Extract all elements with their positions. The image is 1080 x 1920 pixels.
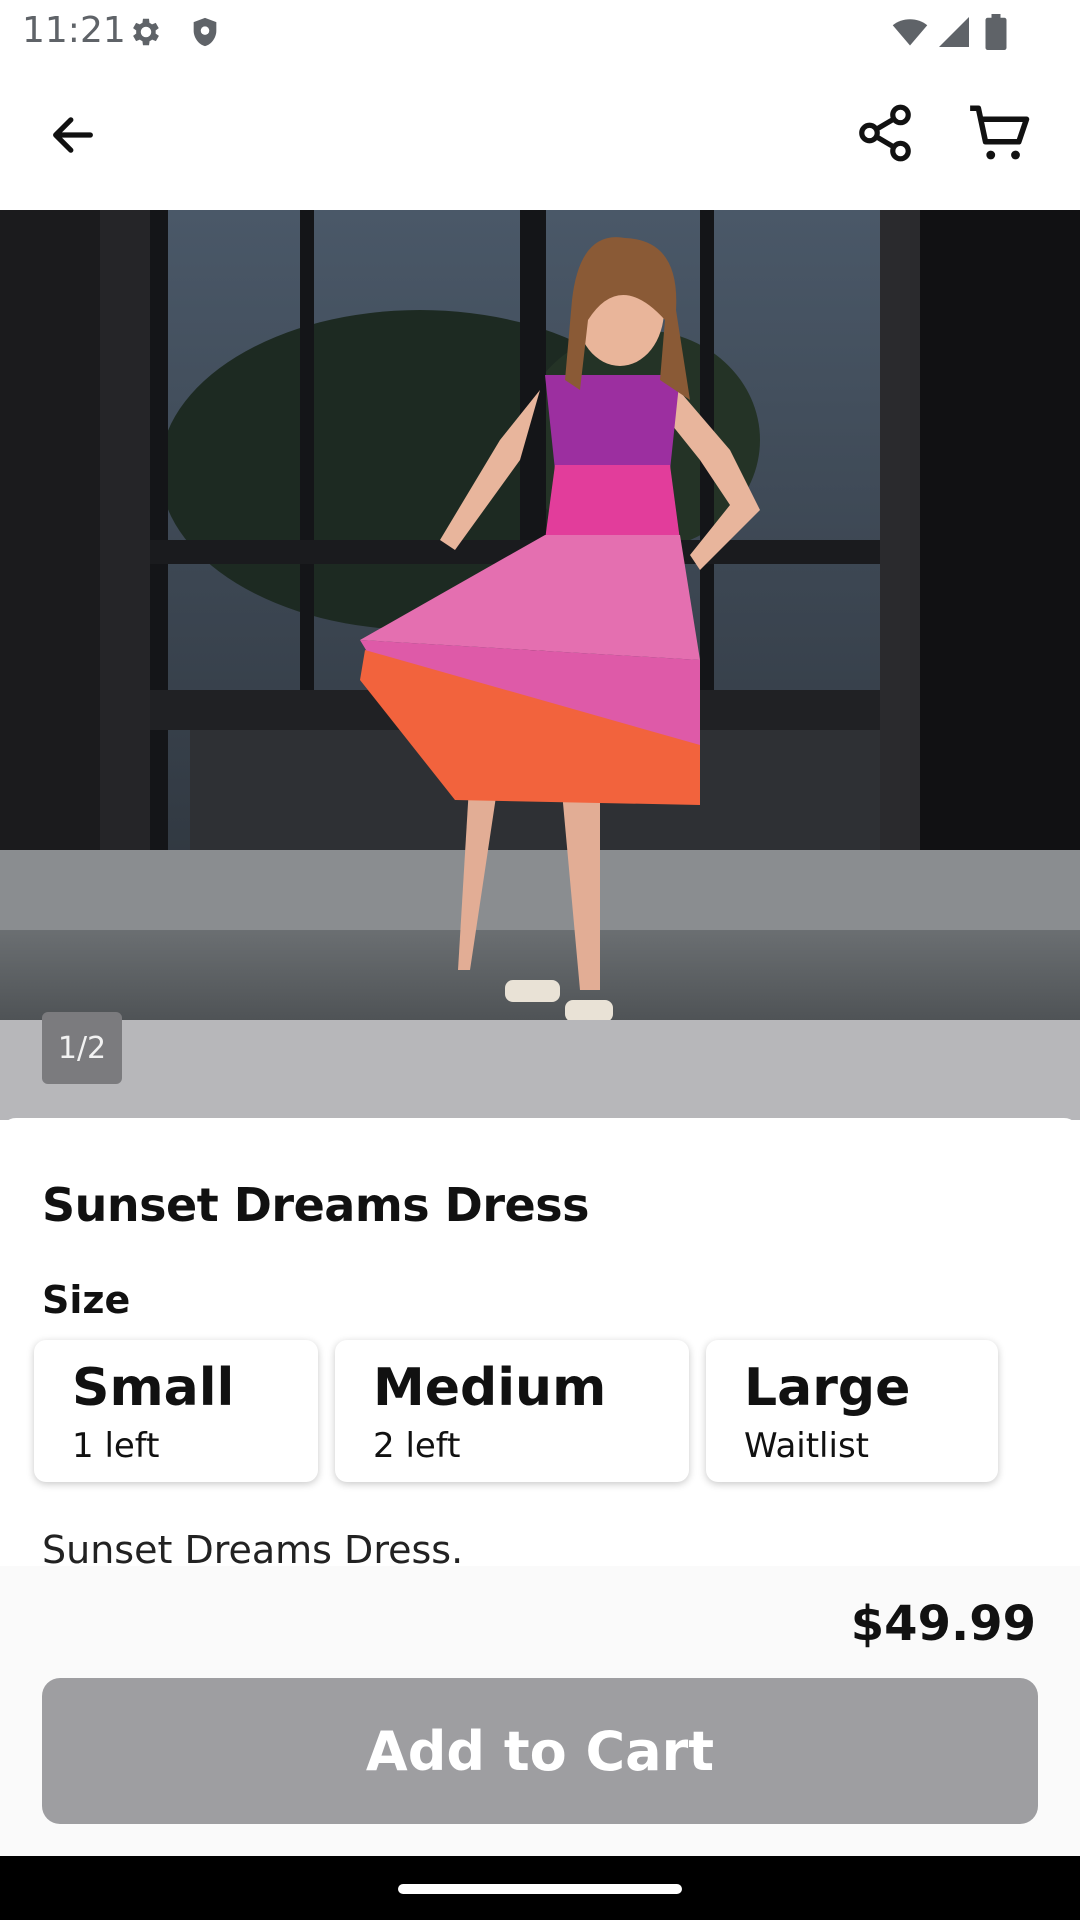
add-to-cart-button[interactable]: Add to Cart (42, 1678, 1038, 1824)
size-name: Small (72, 1358, 235, 1418)
status-bar: 11:21 (0, 0, 1080, 64)
size-name: Medium (373, 1358, 607, 1418)
size-option-large[interactable]: Large Waitlist (706, 1340, 998, 1482)
battery-icon (984, 14, 1008, 55)
status-time: 11:21 (22, 10, 126, 51)
product-price: $49.99 (850, 1596, 1036, 1652)
share-icon (854, 102, 916, 169)
size-label: Size (42, 1278, 131, 1322)
product-photo (0, 210, 1080, 1020)
gear-icon (128, 14, 164, 55)
size-option-medium[interactable]: Medium 2 left (335, 1340, 689, 1482)
back-arrow-icon (47, 109, 99, 166)
shield-icon (188, 14, 222, 55)
cart-icon (966, 100, 1032, 171)
size-stock: Waitlist (744, 1426, 869, 1466)
home-gesture-handle[interactable] (398, 1884, 682, 1894)
share-button[interactable] (840, 90, 930, 180)
signal-icon (936, 14, 972, 55)
size-option-small[interactable]: Small 1 left (34, 1340, 318, 1482)
product-title: Sunset Dreams Dress (42, 1178, 589, 1232)
product-image-gallery[interactable]: 1/2 (0, 210, 1080, 1120)
back-button[interactable] (28, 92, 118, 182)
size-name: Large (744, 1358, 911, 1418)
product-details-sheet: Sunset Dreams Dress Size Small 1 left Me… (0, 1118, 1080, 1572)
page-indicator: 1/2 (42, 1012, 122, 1084)
size-stock: 1 left (72, 1426, 160, 1466)
size-stock: 2 left (373, 1426, 461, 1466)
app-bar (0, 64, 1080, 210)
purchase-bar: $49.99 Add to Cart (0, 1566, 1080, 1856)
system-navigation-bar (0, 1856, 1080, 1920)
wifi-icon (890, 14, 930, 55)
cart-button-top[interactable] (954, 90, 1044, 180)
